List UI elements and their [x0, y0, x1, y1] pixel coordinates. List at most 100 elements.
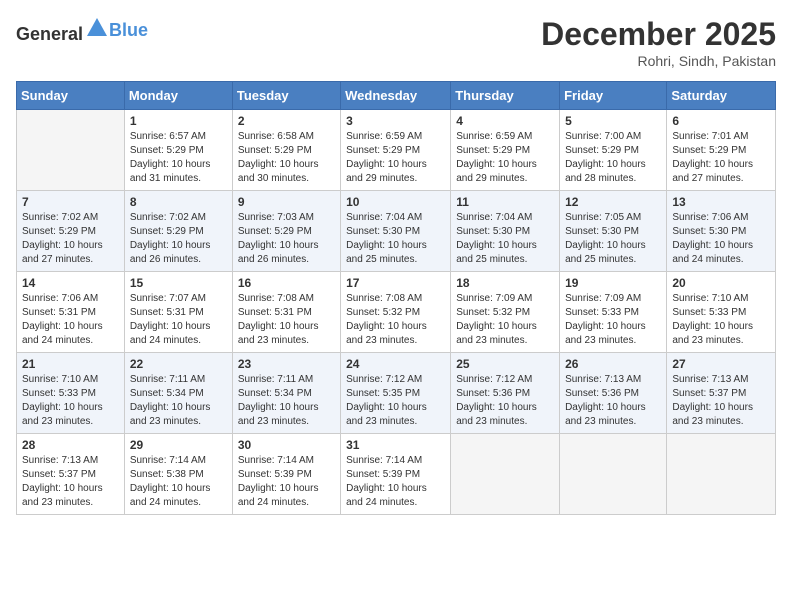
day-info: Sunrise: 7:12 AMSunset: 5:35 PMDaylight:… — [346, 373, 445, 429]
day-info: Sunrise: 7:11 AMSunset: 5:34 PMDaylight:… — [238, 373, 335, 429]
day-info: Sunrise: 7:05 AMSunset: 5:30 PMDaylight:… — [565, 211, 661, 267]
day-number: 13 — [672, 195, 770, 209]
calendar-cell: 16 Sunrise: 7:08 AMSunset: 5:31 PMDayligh… — [232, 272, 340, 353]
day-number: 23 — [238, 357, 335, 371]
day-info: Sunrise: 7:06 AMSunset: 5:31 PMDaylight:… — [22, 292, 119, 348]
calendar-cell: 13 Sunrise: 7:06 AMSunset: 5:30 PMDayligh… — [667, 191, 776, 272]
weekday-header: Tuesday — [232, 82, 340, 110]
day-number: 17 — [346, 276, 445, 290]
day-number: 8 — [130, 195, 227, 209]
calendar-cell: 15 Sunrise: 7:07 AMSunset: 5:31 PMDayligh… — [124, 272, 232, 353]
day-info: Sunrise: 7:11 AMSunset: 5:34 PMDaylight:… — [130, 373, 227, 429]
day-number: 29 — [130, 438, 227, 452]
calendar-cell: 3 Sunrise: 6:59 AMSunset: 5:29 PMDaylight… — [341, 110, 451, 191]
day-info: Sunrise: 7:02 AMSunset: 5:29 PMDaylight:… — [130, 211, 227, 267]
calendar-cell: 4 Sunrise: 6:59 AMSunset: 5:29 PMDaylight… — [451, 110, 560, 191]
day-info: Sunrise: 7:10 AMSunset: 5:33 PMDaylight:… — [22, 373, 119, 429]
calendar-cell: 21 Sunrise: 7:10 AMSunset: 5:33 PMDayligh… — [17, 353, 125, 434]
calendar-cell: 22 Sunrise: 7:11 AMSunset: 5:34 PMDayligh… — [124, 353, 232, 434]
day-info: Sunrise: 7:07 AMSunset: 5:31 PMDaylight:… — [130, 292, 227, 348]
weekday-header: Monday — [124, 82, 232, 110]
calendar-cell: 19Sunrise: 7:09 AMSunset: 5:33 PMDayligh… — [560, 272, 667, 353]
day-number: 27 — [672, 357, 770, 371]
day-number: 1 — [130, 114, 227, 128]
page-header: General Blue December 2025 Rohri, Sindh,… — [16, 16, 776, 69]
calendar-cell — [560, 434, 667, 515]
day-number: 7 — [22, 195, 119, 209]
day-info: Sunrise: 7:08 AMSunset: 5:32 PMDaylight:… — [346, 292, 445, 348]
day-number: 14 — [22, 276, 119, 290]
day-info: Sunrise: 7:06 AMSunset: 5:30 PMDaylight:… — [672, 211, 770, 267]
day-info: Sunrise: 7:09 AMSunset: 5:32 PMDaylight:… — [456, 292, 554, 348]
logo-icon — [85, 16, 109, 40]
day-number: 18 — [456, 276, 554, 290]
calendar-cell: 9 Sunrise: 7:03 AMSunset: 5:29 PMDaylight… — [232, 191, 340, 272]
weekday-header: Friday — [560, 82, 667, 110]
day-number: 25 — [456, 357, 554, 371]
calendar-week-row: 7 Sunrise: 7:02 AMSunset: 5:29 PMDaylight… — [17, 191, 776, 272]
day-info: Sunrise: 7:10 AMSunset: 5:33 PMDaylight:… — [672, 292, 770, 348]
calendar-week-row: 1 Sunrise: 6:57 AMSunset: 5:29 PMDaylight… — [17, 110, 776, 191]
day-number: 30 — [238, 438, 335, 452]
weekday-header: Thursday — [451, 82, 560, 110]
calendar-week-row: 14 Sunrise: 7:06 AMSunset: 5:31 PMDayligh… — [17, 272, 776, 353]
calendar-cell: 30Sunrise: 7:14 AMSunset: 5:39 PMDayligh… — [232, 434, 340, 515]
month-title: December 2025 — [541, 16, 776, 53]
day-info: Sunrise: 7:04 AMSunset: 5:30 PMDaylight:… — [346, 211, 445, 267]
day-number: 3 — [346, 114, 445, 128]
day-number: 6 — [672, 114, 770, 128]
calendar-cell: 26 Sunrise: 7:13 AMSunset: 5:36 PMDayligh… — [560, 353, 667, 434]
day-info: Sunrise: 6:57 AMSunset: 5:29 PMDaylight:… — [130, 130, 227, 186]
day-info: Sunrise: 7:14 AMSunset: 5:39 PMDaylight:… — [346, 454, 445, 510]
calendar-cell: 29 Sunrise: 7:14 AMSunset: 5:38 PMDayligh… — [124, 434, 232, 515]
day-number: 28 — [22, 438, 119, 452]
title-block: December 2025 Rohri, Sindh, Pakistan — [541, 16, 776, 69]
day-number: 9 — [238, 195, 335, 209]
calendar-cell: 18 Sunrise: 7:09 AMSunset: 5:32 PMDayligh… — [451, 272, 560, 353]
calendar-cell: 23 Sunrise: 7:11 AMSunset: 5:34 PMDayligh… — [232, 353, 340, 434]
calendar-cell: 7 Sunrise: 7:02 AMSunset: 5:29 PMDaylight… — [17, 191, 125, 272]
day-info: Sunrise: 7:02 AMSunset: 5:29 PMDaylight:… — [22, 211, 119, 267]
calendar-week-row: 21 Sunrise: 7:10 AMSunset: 5:33 PMDayligh… — [17, 353, 776, 434]
weekday-header: Saturday — [667, 82, 776, 110]
calendar-cell: 12Sunrise: 7:05 AMSunset: 5:30 PMDayligh… — [560, 191, 667, 272]
day-number: 4 — [456, 114, 554, 128]
day-number: 31 — [346, 438, 445, 452]
day-info: Sunrise: 7:08 AMSunset: 5:31 PMDaylight:… — [238, 292, 335, 348]
calendar-cell: 10 Sunrise: 7:04 AMSunset: 5:30 PMDayligh… — [341, 191, 451, 272]
day-info: Sunrise: 7:14 AMSunset: 5:38 PMDaylight:… — [130, 454, 227, 510]
calendar-cell: 8 Sunrise: 7:02 AMSunset: 5:29 PMDaylight… — [124, 191, 232, 272]
day-number: 26 — [565, 357, 661, 371]
calendar-cell: 14 Sunrise: 7:06 AMSunset: 5:31 PMDayligh… — [17, 272, 125, 353]
calendar-cell: 6Sunrise: 7:01 AMSunset: 5:29 PMDaylight… — [667, 110, 776, 191]
logo-text: General — [16, 16, 109, 45]
day-info: Sunrise: 6:58 AMSunset: 5:29 PMDaylight:… — [238, 130, 335, 186]
day-info: Sunrise: 7:00 AMSunset: 5:29 PMDaylight:… — [565, 130, 661, 186]
day-number: 10 — [346, 195, 445, 209]
day-number: 21 — [22, 357, 119, 371]
calendar-cell: 1 Sunrise: 6:57 AMSunset: 5:29 PMDaylight… — [124, 110, 232, 191]
location-title: Rohri, Sindh, Pakistan — [541, 53, 776, 69]
day-number: 15 — [130, 276, 227, 290]
calendar-cell: 28 Sunrise: 7:13 AMSunset: 5:37 PMDayligh… — [17, 434, 125, 515]
day-info: Sunrise: 6:59 AMSunset: 5:29 PMDaylight:… — [346, 130, 445, 186]
logo-general: General — [16, 24, 83, 44]
day-number: 5 — [565, 114, 661, 128]
day-info: Sunrise: 7:03 AMSunset: 5:29 PMDaylight:… — [238, 211, 335, 267]
weekday-header: Sunday — [17, 82, 125, 110]
day-info: Sunrise: 7:13 AMSunset: 5:37 PMDaylight:… — [672, 373, 770, 429]
day-number: 16 — [238, 276, 335, 290]
day-number: 19 — [565, 276, 661, 290]
calendar-cell: 25Sunrise: 7:12 AMSunset: 5:36 PMDayligh… — [451, 353, 560, 434]
calendar-table: SundayMondayTuesdayWednesdayThursdayFrid… — [16, 81, 776, 515]
day-info: Sunrise: 7:13 AMSunset: 5:36 PMDaylight:… — [565, 373, 661, 429]
calendar-cell: 5 Sunrise: 7:00 AMSunset: 5:29 PMDaylight… — [560, 110, 667, 191]
day-number: 22 — [130, 357, 227, 371]
day-number: 24 — [346, 357, 445, 371]
day-info: Sunrise: 6:59 AMSunset: 5:29 PMDaylight:… — [456, 130, 554, 186]
calendar-cell — [451, 434, 560, 515]
day-number: 2 — [238, 114, 335, 128]
calendar-cell — [17, 110, 125, 191]
day-info: Sunrise: 7:13 AMSunset: 5:37 PMDaylight:… — [22, 454, 119, 510]
calendar-cell: 27 Sunrise: 7:13 AMSunset: 5:37 PMDayligh… — [667, 353, 776, 434]
